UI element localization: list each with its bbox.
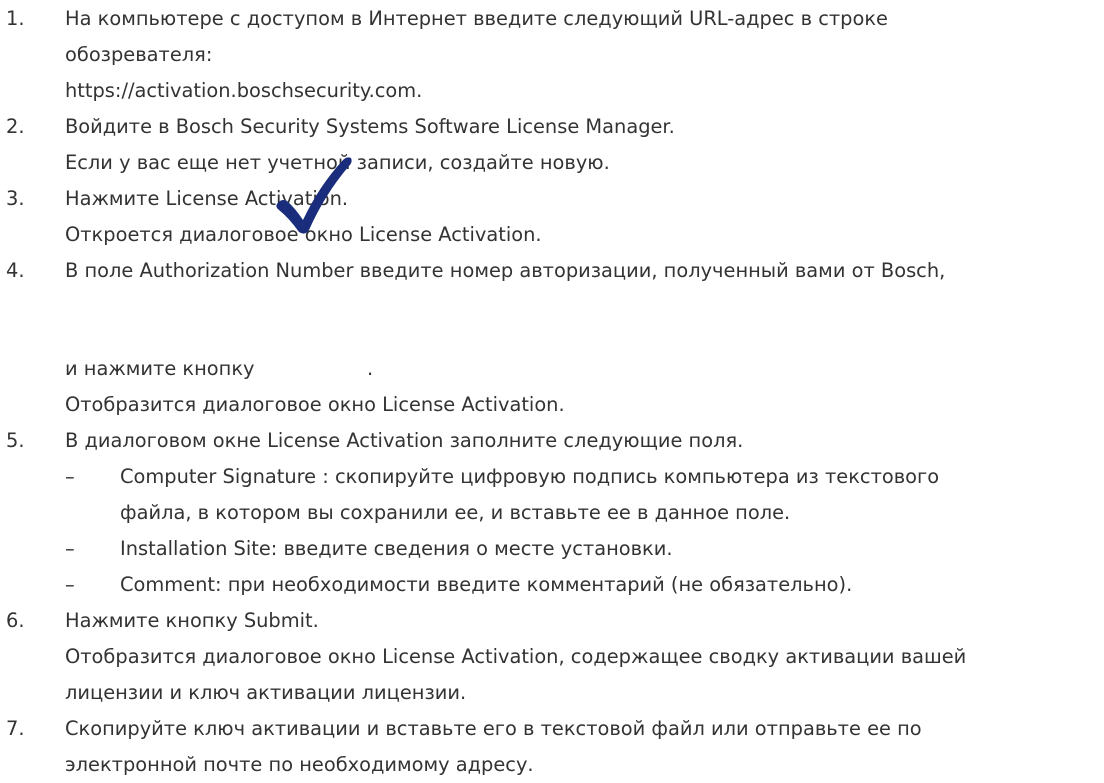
step-text: Войдите в Bosch Security Systems Softwar… xyxy=(65,115,675,138)
checkmark-icon xyxy=(276,157,352,234)
step-text: На компьютере с доступом в Интернет введ… xyxy=(65,7,888,30)
step-text: электронной почте по необходимому адресу… xyxy=(65,753,534,776)
bullet-dash: – xyxy=(65,537,75,560)
step-text: лицензии и ключ активации лицензии. xyxy=(65,681,467,704)
step-number: 6. xyxy=(6,609,25,632)
bullet-text: Comment: при необходимости введите комме… xyxy=(120,573,853,596)
bullet-dash: – xyxy=(65,465,75,488)
step-number: 5. xyxy=(6,429,25,452)
step-number: 7. xyxy=(6,717,25,740)
step-number: 1. xyxy=(6,7,25,30)
step-text: обозревателя: xyxy=(65,43,213,66)
activation-url: https://activation.boschsecurity.com. xyxy=(65,79,423,102)
step-number: 3. xyxy=(6,187,25,210)
step-text: Скопируйте ключ активации и вставьте его… xyxy=(65,717,922,740)
step-text: В диалоговом окне License Activation зап… xyxy=(65,429,744,452)
step-number: 2. xyxy=(6,115,25,138)
page: { "steps": [ { "number": "1.", "lines": … xyxy=(0,0,1104,776)
step-text-period: . xyxy=(367,357,374,380)
bullet-text: Computer Signature : скопируйте цифровую… xyxy=(120,465,940,488)
step-text: Отобразится диалоговое окно License Acti… xyxy=(65,393,565,416)
bullet-dash: – xyxy=(65,573,75,596)
checkmark-icon-shape xyxy=(276,157,352,234)
step-text: Отобразится диалоговое окно License Acti… xyxy=(65,645,967,668)
bullet-text: файла, в котором вы сохранили ее, и вста… xyxy=(120,501,791,524)
bullet-text: Installation Site: введите сведения о ме… xyxy=(120,537,673,560)
step-text: и нажмите кнопку xyxy=(65,357,255,380)
step-number: 4. xyxy=(6,259,25,282)
step-text: Нажмите кнопку Submit. xyxy=(65,609,319,632)
step-text: В поле Authorization Number введите номе… xyxy=(65,259,946,282)
